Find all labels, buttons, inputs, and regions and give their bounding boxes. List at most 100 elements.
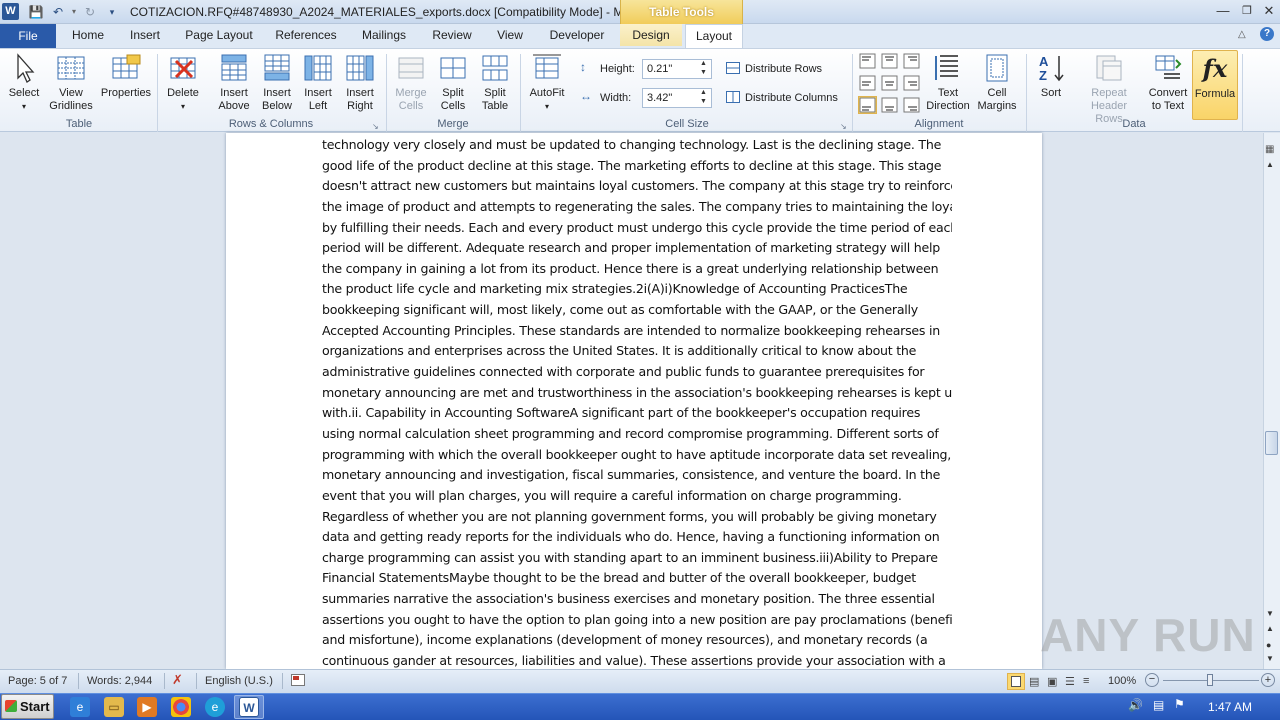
tab-developer[interactable]: Developer	[540, 24, 614, 46]
clock[interactable]: 1:47 AM	[1208, 700, 1252, 714]
align-bottom-center-button[interactable]	[880, 96, 899, 114]
tab-design[interactable]: Design	[620, 24, 682, 46]
align-center-button[interactable]	[880, 74, 899, 92]
row-height-icon: ↕	[580, 60, 586, 74]
tab-home[interactable]: Home	[64, 24, 112, 46]
merge-group-label: Merge	[437, 118, 469, 130]
word-count[interactable]: Words: 2,944	[87, 675, 152, 687]
chrome-icon[interactable]	[171, 697, 191, 717]
view-gridlines-button[interactable]: View Gridlines	[46, 50, 96, 120]
formula-fx-icon: fx	[1202, 54, 1228, 83]
rows-columns-group-label: Rows & Columns	[228, 118, 314, 130]
undo-icon[interactable]: ↶	[50, 4, 66, 20]
tab-view[interactable]: View	[488, 24, 532, 46]
tab-layout[interactable]: Layout	[685, 24, 743, 48]
edge-icon[interactable]: e	[205, 697, 225, 717]
width-spinner-icon[interactable]: ▲ ▼	[700, 88, 707, 106]
zoom-slider-thumb[interactable]	[1207, 674, 1213, 686]
split-table-button[interactable]: Split Table	[476, 50, 514, 120]
align-top-left-button[interactable]	[858, 52, 877, 70]
align-top-right-icon	[903, 53, 920, 69]
outline-view-icon[interactable]: ☰	[1065, 675, 1075, 688]
select-button[interactable]: Select ▾	[4, 50, 44, 120]
insert-right-button[interactable]: Insert Right	[340, 50, 380, 120]
delete-table-icon	[170, 57, 196, 79]
insert-above-button[interactable]: Insert Above	[212, 50, 256, 120]
align-center-right-button[interactable]	[902, 74, 921, 92]
network-icon[interactable]: ▤	[1153, 698, 1164, 712]
redo-icon[interactable]: ↻	[82, 4, 98, 20]
tab-review[interactable]: Review	[424, 24, 480, 46]
save-icon[interactable]: 💾	[28, 4, 44, 20]
autofit-button[interactable]: AutoFit ▾	[524, 50, 570, 120]
repeat-header-rows-button[interactable]: Repeat Header Rows	[1074, 50, 1144, 125]
ruler-toggle-icon[interactable]: ▦	[1265, 144, 1274, 155]
web-layout-icon[interactable]: ▣	[1047, 675, 1057, 688]
minimize-ribbon-icon[interactable]: △	[1238, 29, 1246, 40]
gridlines-icon	[57, 56, 85, 80]
status-divider	[164, 673, 165, 689]
alignment-group-label: Alignment	[914, 118, 964, 130]
autofit-icon	[533, 54, 561, 79]
zoom-level[interactable]: 100%	[1108, 675, 1136, 687]
close-icon[interactable]: ✕	[1260, 2, 1278, 20]
help-icon[interactable]: ?	[1260, 27, 1274, 41]
align-top-right-button[interactable]	[902, 52, 921, 70]
internet-explorer-icon[interactable]: e	[70, 697, 90, 717]
action-center-flag-icon[interactable]: ⚑	[1174, 697, 1185, 711]
page-indicator[interactable]: Page: 5 of 7	[8, 675, 67, 687]
tab-references[interactable]: References	[268, 24, 344, 46]
table-properties-icon	[112, 54, 141, 79]
text-direction-button[interactable]: Text Direction	[924, 50, 972, 120]
full-screen-reading-icon[interactable]: ▤	[1029, 675, 1039, 688]
macro-recording-icon[interactable]	[291, 674, 305, 686]
dialog-launcher-icon[interactable]: ↘	[372, 122, 379, 131]
undo-dropdown-icon[interactable]: ▾	[66, 4, 82, 20]
restore-icon[interactable]: ❐	[1238, 2, 1256, 20]
distribute-rows-button[interactable]: Distribute Rows	[745, 59, 822, 79]
file-explorer-icon[interactable]: ▭	[104, 697, 124, 717]
formula-button[interactable]: fx Formula	[1192, 50, 1238, 120]
next-page-icon[interactable]: ▼	[1266, 654, 1274, 663]
split-cells-button[interactable]: Split Cells	[434, 50, 472, 120]
sort-button[interactable]: AZ Sort	[1030, 50, 1072, 120]
tab-file[interactable]: File	[0, 24, 56, 48]
proofing-icon[interactable]: ✗	[172, 672, 183, 688]
tab-insert[interactable]: Insert	[120, 24, 170, 46]
scroll-thumb[interactable]	[1265, 431, 1278, 455]
align-bottom-right-button[interactable]	[902, 96, 921, 114]
scroll-up-icon[interactable]: ▲	[1266, 160, 1274, 169]
volume-icon[interactable]: 🔊	[1128, 698, 1143, 712]
height-spinner-icon[interactable]: ▲ ▼	[700, 59, 707, 77]
zoom-in-icon[interactable]: +	[1261, 673, 1275, 687]
delete-button[interactable]: Delete ▾	[162, 50, 204, 120]
merge-cells-button[interactable]: Merge Cells	[390, 50, 432, 120]
media-player-icon[interactable]: ▶	[137, 697, 157, 717]
align-bottom-left-button[interactable]	[858, 96, 877, 114]
language-indicator[interactable]: English (U.S.)	[205, 675, 273, 687]
minimize-icon[interactable]: —	[1214, 2, 1232, 20]
insert-left-button[interactable]: Insert Left	[298, 50, 338, 120]
zoom-out-icon[interactable]: −	[1145, 673, 1159, 687]
browse-object-icon[interactable]: ●	[1266, 640, 1271, 650]
tab-page-layout[interactable]: Page Layout	[178, 24, 260, 46]
draft-view-icon[interactable]: ≡	[1083, 675, 1089, 687]
word-app-icon[interactable]: W	[2, 3, 19, 20]
convert-to-text-button[interactable]: Convert to Text	[1146, 50, 1190, 120]
align-top-left-icon	[859, 53, 876, 69]
tab-mailings[interactable]: Mailings	[352, 24, 416, 46]
properties-button[interactable]: Properties	[98, 50, 154, 120]
distribute-columns-button[interactable]: Distribute Columns	[745, 88, 838, 108]
document-body[interactable]: technology very closely and must be upda…	[322, 135, 952, 672]
scroll-down-icon[interactable]: ▼	[1266, 609, 1274, 618]
document-line: Accepted Accounting Principles. These st…	[322, 322, 940, 338]
align-top-center-button[interactable]	[880, 52, 899, 70]
group-separator	[852, 54, 853, 132]
cell-margins-button[interactable]: Cell Margins	[974, 50, 1020, 120]
previous-page-icon[interactable]: ▲	[1266, 624, 1274, 633]
align-center-left-button[interactable]	[858, 74, 877, 92]
vertical-scrollbar[interactable]	[1263, 133, 1280, 669]
customize-qat-icon[interactable]: ▾	[104, 4, 120, 20]
dialog-launcher-icon[interactable]: ↘	[840, 122, 847, 131]
insert-below-button[interactable]: Insert Below	[256, 50, 298, 120]
